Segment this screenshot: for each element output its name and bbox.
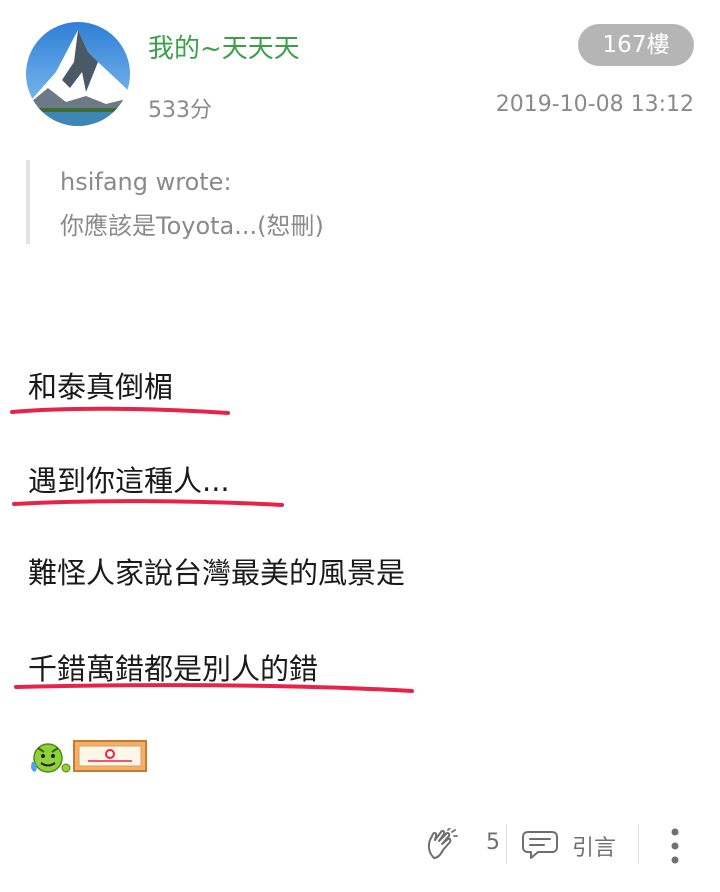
more-vertical-icon bbox=[671, 828, 679, 864]
emoticons bbox=[26, 736, 150, 776]
divider bbox=[638, 824, 639, 864]
like-button[interactable]: 5 bbox=[424, 828, 504, 862]
quote-block: hsifang wrote: 你應該是Toyota...(恕刪) bbox=[26, 160, 446, 244]
clap-icon bbox=[427, 828, 458, 859]
underline-1 bbox=[10, 406, 230, 415]
quote-text: 你應該是Toyota...(恕刪) bbox=[60, 212, 324, 240]
quote-button[interactable]: 引言 bbox=[522, 828, 634, 862]
sign-board-icon bbox=[73, 740, 147, 772]
underline-3 bbox=[14, 683, 414, 693]
quote-author: hsifang wrote: bbox=[60, 168, 232, 196]
quote-label: 引言 bbox=[572, 836, 617, 861]
user-score: 533分 bbox=[148, 98, 212, 123]
user-avatar[interactable] bbox=[26, 22, 130, 126]
quote-bubble-icon bbox=[522, 831, 558, 859]
like-count: 5 bbox=[486, 830, 500, 855]
green-smiley-icon bbox=[31, 743, 71, 773]
divider bbox=[506, 824, 507, 864]
username[interactable]: 我的~天天天 bbox=[148, 28, 300, 65]
post-line-3: 難怪人家說台灣最美的風景是 bbox=[28, 556, 406, 590]
post-line-2: 遇到你這種人... bbox=[28, 464, 230, 498]
underline-2 bbox=[12, 499, 284, 507]
post-actions: 5 引言 bbox=[410, 818, 700, 870]
floor-badge: 167樓 bbox=[578, 24, 694, 66]
post-line-1: 和泰真倒楣 bbox=[28, 370, 174, 404]
post-timestamp: 2019-10-08 13:12 bbox=[495, 92, 694, 117]
more-button[interactable] bbox=[662, 824, 688, 868]
